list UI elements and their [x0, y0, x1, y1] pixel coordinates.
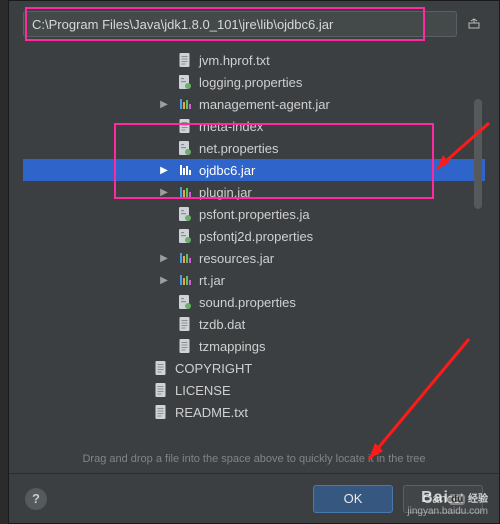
tree-item[interactable]: ▶ ojdbc6.jar: [23, 159, 485, 181]
tree-item-label: meta-index: [199, 119, 263, 134]
tree-item[interactable]: sound.properties: [23, 291, 485, 313]
tree-item[interactable]: ▶ plugin.jar: [23, 181, 485, 203]
tree-item[interactable]: psfont.properties.ja: [23, 203, 485, 225]
hide-path-button[interactable]: [463, 13, 485, 35]
tree-item-label: logging.properties: [199, 75, 302, 90]
tree-item-label: resources.jar: [199, 251, 274, 266]
archive-icon: [177, 96, 193, 112]
tree-item[interactable]: ▶ resources.jar: [23, 247, 485, 269]
tree-item-label: net.properties: [199, 141, 279, 156]
tree-item[interactable]: ▶ rt.jar: [23, 269, 485, 291]
tree-item[interactable]: ▶ management-agent.jar: [23, 93, 485, 115]
tree-item-label: README.txt: [175, 405, 248, 420]
properties-file-icon: [177, 294, 193, 310]
tree-item[interactable]: tzmappings: [23, 335, 485, 357]
tree-item[interactable]: COPYRIGHT: [23, 357, 485, 379]
path-bar: [9, 1, 499, 45]
tree-item[interactable]: psfontj2d.properties: [23, 225, 485, 247]
text-file-icon: [153, 404, 169, 420]
archive-icon: [177, 162, 193, 178]
tree-item[interactable]: LICENSE: [23, 379, 485, 401]
tree-item-label: LICENSE: [175, 383, 231, 398]
tree-item[interactable]: net.properties: [23, 137, 485, 159]
expand-chevron-icon[interactable]: ▶: [157, 99, 171, 110]
text-file-icon: [153, 382, 169, 398]
expand-chevron-icon[interactable]: ▶: [157, 253, 171, 264]
properties-file-icon: [177, 140, 193, 156]
properties-file-icon: [177, 206, 193, 222]
watermark: Baidu 经验 jingyan.baidu.com: [407, 492, 488, 518]
archive-icon: [177, 272, 193, 288]
path-input[interactable]: [23, 11, 457, 37]
archive-icon: [177, 184, 193, 200]
tree-item-label: management-agent.jar: [199, 97, 330, 112]
properties-file-icon: [177, 228, 193, 244]
drag-drop-hint: Drag and drop a file into the space abov…: [9, 453, 499, 465]
tree-item-label: tzdb.dat: [199, 317, 245, 332]
tree-item[interactable]: meta-index: [23, 115, 485, 137]
text-file-icon: [177, 316, 193, 332]
tree-item-label: psfontj2d.properties: [199, 229, 313, 244]
expand-chevron-icon[interactable]: ▶: [157, 187, 171, 198]
tree-item[interactable]: README.txt: [23, 401, 485, 423]
tree-item[interactable]: jvm.hprof.txt: [23, 49, 485, 71]
scrollbar-thumb[interactable]: [474, 99, 482, 209]
file-tree[interactable]: jvm.hprof.txt logging.properties ▶ manageme…: [23, 49, 485, 439]
tree-item-label: sound.properties: [199, 295, 296, 310]
text-file-icon: [177, 52, 193, 68]
text-file-icon: [153, 360, 169, 376]
help-button[interactable]: ?: [25, 488, 47, 510]
text-file-icon: [177, 338, 193, 354]
file-chooser-dialog: jvm.hprof.txt logging.properties ▶ manageme…: [8, 0, 500, 524]
text-file-icon: [177, 118, 193, 134]
tree-item-label: ojdbc6.jar: [199, 163, 255, 178]
expand-chevron-icon[interactable]: ▶: [157, 165, 171, 176]
tree-item-label: rt.jar: [199, 273, 225, 288]
tree-item-label: psfont.properties.ja: [199, 207, 310, 222]
tree-item[interactable]: tzdb.dat: [23, 313, 485, 335]
properties-file-icon: [177, 74, 193, 90]
tree-item[interactable]: logging.properties: [23, 71, 485, 93]
archive-icon: [177, 250, 193, 266]
tree-item-label: COPYRIGHT: [175, 361, 252, 376]
expand-chevron-icon[interactable]: ▶: [157, 275, 171, 286]
tree-item-label: jvm.hprof.txt: [199, 53, 270, 68]
tree-item-label: plugin.jar: [199, 185, 252, 200]
tree-item-label: tzmappings: [199, 339, 265, 354]
ok-button[interactable]: OK: [313, 485, 393, 513]
